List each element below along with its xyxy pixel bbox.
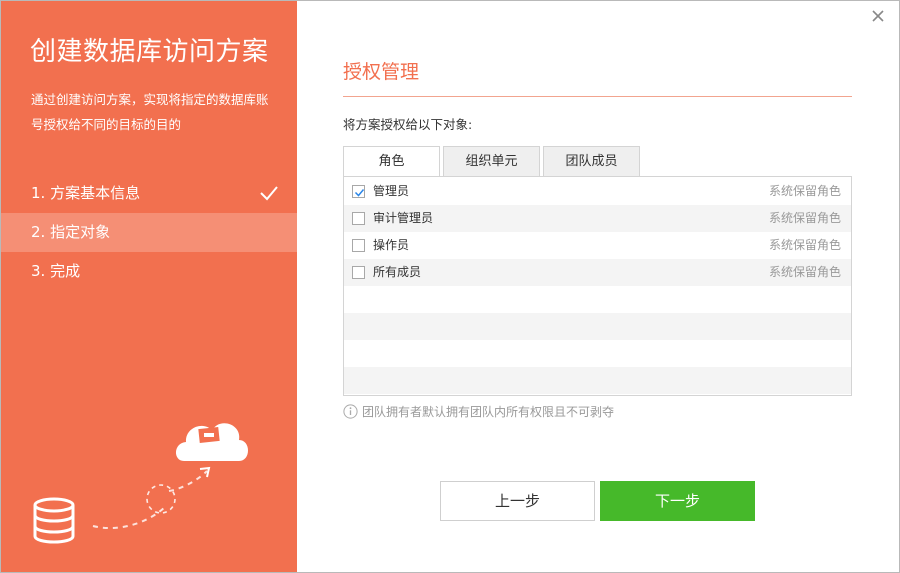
next-button[interactable]: 下一步 <box>600 481 755 521</box>
step-specify-target[interactable]: 2. 指定对象 <box>1 213 297 252</box>
role-checkbox[interactable] <box>352 212 365 225</box>
list-item[interactable]: 管理员 系统保留角色 <box>344 178 851 205</box>
role-name: 管理员 <box>373 184 410 198</box>
prev-button[interactable]: 上一步 <box>440 481 595 521</box>
tab-team-members[interactable]: 团队成员 <box>543 146 640 177</box>
cloud-database-illustration <box>33 423 248 544</box>
role-tag: 系统保留角色 <box>768 265 841 279</box>
assign-label: 将方案授权给以下对象: <box>343 117 473 132</box>
check-icon <box>354 189 365 197</box>
empty-row <box>344 286 851 313</box>
note-text: 团队拥有者默认拥有团队内所有权限且不可剥夺 <box>362 405 615 419</box>
wizard-description: 通过创建访问方案，实现将指定的数据库账号授权给不同的目标的目的 <box>31 92 269 132</box>
step-label: 1. 方案基本信息 <box>31 184 141 202</box>
role-checkbox[interactable] <box>352 239 365 252</box>
role-name: 所有成员 <box>373 265 422 279</box>
empty-row <box>344 367 851 394</box>
role-checkbox[interactable] <box>352 266 365 279</box>
list-item[interactable]: 审计管理员 系统保留角色 <box>344 205 851 232</box>
wizard-title: 创建数据库访问方案 <box>30 37 269 67</box>
role-name: 操作员 <box>373 238 410 252</box>
empty-row <box>344 313 851 340</box>
database-icon <box>33 497 75 544</box>
role-tag: 系统保留角色 <box>768 184 841 198</box>
step-basic-info[interactable]: 1. 方案基本信息 <box>1 174 297 213</box>
role-tag: 系统保留角色 <box>768 238 841 252</box>
step-finish[interactable]: 3. 完成 <box>1 252 297 291</box>
role-name: 审计管理员 <box>373 211 434 225</box>
cloud-icon <box>175 423 248 461</box>
list-item[interactable]: 所有成员 系统保留角色 <box>344 259 851 286</box>
close-icon[interactable] <box>869 7 887 25</box>
section-divider <box>343 96 852 97</box>
tab-org-units[interactable]: 组织单元 <box>443 146 540 177</box>
role-list: 管理员 系统保留角色 审计管理员 系统保留角色 操作员 系统保留角色 所有成员 … <box>343 176 852 396</box>
role-checkbox[interactable] <box>352 185 365 198</box>
tab-roles[interactable]: 角色 <box>343 146 440 178</box>
empty-row <box>344 340 851 367</box>
check-icon <box>260 186 278 201</box>
role-tag: 系统保留角色 <box>768 211 841 225</box>
wizard-sidebar: 创建数据库访问方案 通过创建访问方案，实现将指定的数据库账号授权给不同的目标的目… <box>1 1 297 572</box>
list-item[interactable]: 操作员 系统保留角色 <box>344 232 851 259</box>
wizard-steps: 1. 方案基本信息 2. 指定对象 3. 完成 <box>1 174 297 291</box>
step-label: 2. 指定对象 <box>31 223 111 241</box>
section-title: 授权管理 <box>343 61 420 83</box>
info-icon <box>343 404 358 419</box>
step-label: 3. 完成 <box>31 262 81 280</box>
